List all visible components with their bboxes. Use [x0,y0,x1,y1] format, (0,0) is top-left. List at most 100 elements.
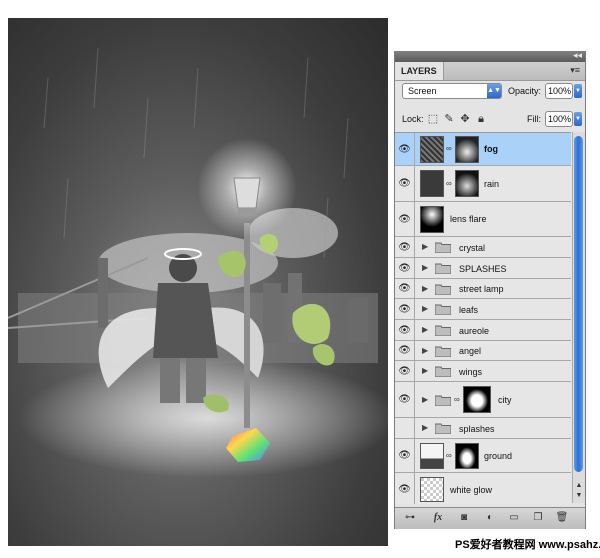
folder-icon [435,395,451,406]
layer-row-white-glow[interactable]: 👁︎ white glow [395,473,571,504]
folder-icon [435,325,451,336]
scroll-down-icon[interactable]: ▼ [573,492,585,501]
layer-row-fog[interactable]: 👁︎ ∞ fog [395,133,571,166]
expand-triangle-icon[interactable]: ▶ [422,395,428,404]
eye-icon[interactable]: 👁︎ [395,237,415,257]
expand-triangle-icon[interactable]: ▶ [422,346,428,355]
layer-row-ground[interactable]: 👁︎ ∞ ground [395,439,571,473]
chain-link-icon[interactable]: ∞ [446,179,452,188]
eye-icon[interactable]: 👁︎ [395,166,415,201]
folder-icon [435,304,451,315]
opacity-label: Opacity: [508,86,542,96]
chain-link-icon[interactable]: ∞ [446,144,452,153]
eye-icon[interactable]: 👁︎ [395,382,415,417]
lock-all-icon[interactable]: 🔒︎ [475,113,487,125]
eye-icon[interactable]: 👁︎ [395,439,415,472]
layer-name: white glow [450,485,493,495]
layers-scrollbar[interactable]: ▲ ▼ [572,132,585,503]
expand-triangle-icon[interactable]: ▶ [422,284,428,293]
collapse-icon[interactable]: ◂◂ [573,49,582,61]
eye-icon[interactable]: 👁︎ [395,258,415,278]
scrollbar-thumb[interactable] [574,136,583,472]
layer-group-splashes[interactable]: ▶ splashes [395,418,571,439]
blend-mode-value: Screen [408,86,437,96]
chain-link-icon[interactable]: ∞ [454,395,460,404]
fill-field[interactable]: 100% [545,111,573,127]
layer-name: splashes [459,424,495,434]
layer-name: SPLASHES [459,264,507,274]
lock-label: Lock: [402,114,424,124]
layer-thumbnail [420,443,444,469]
layer-name: angel [459,346,482,356]
artwork-illustration [8,47,388,478]
blend-row: Screen ▲▼ Opacity: 100% ▼ [395,82,585,102]
eye-icon[interactable]: 👁︎ [395,473,415,504]
lock-position-icon[interactable]: ✥ [459,113,471,125]
fx-icon[interactable]: fx [431,512,445,524]
layer-group-angel[interactable]: 👁︎ ▶ angel [395,341,571,361]
eye-icon[interactable]: 👁︎ [395,202,415,236]
opacity-arrow-icon[interactable]: ▼ [574,84,582,98]
blend-mode-select[interactable]: Screen ▲▼ [402,83,502,99]
expand-triangle-icon[interactable]: ▶ [422,263,428,272]
folder-icon [435,263,451,274]
panel-menu-icon[interactable]: ▾≡ [570,65,580,76]
layer-mask-thumbnail [455,136,479,163]
layer-name: fog [484,144,498,154]
layer-name: ground [484,451,513,461]
layer-name: crystal [459,243,486,253]
eye-icon[interactable]: 👁︎ [395,361,415,381]
chain-link-icon[interactable]: ∞ [446,451,452,460]
layer-row-rain[interactable]: 👁︎ ∞ rain [395,166,571,202]
eye-icon[interactable]: 👁︎ [395,133,415,165]
eye-icon[interactable]: 👁︎ [395,341,415,360]
expand-triangle-icon[interactable]: ▶ [422,242,428,251]
scroll-up-icon[interactable]: ▲ [573,482,585,491]
lock-image-icon[interactable]: ✎ [443,113,455,125]
layer-group-city[interactable]: 👁︎ ▶ ∞ city [395,382,571,418]
layer-group-street-lamp[interactable]: 👁︎ ▶ street lamp [395,279,571,299]
expand-triangle-icon[interactable]: ▶ [422,366,428,375]
link-layers-icon[interactable]: ⊶ [403,512,417,524]
lock-transparency-icon[interactable]: ⬚ [427,113,439,125]
layers-panel: ◂◂ LAYERS ▾≡ Screen ▲▼ Opacity: 100% ▼ L… [394,49,586,529]
expand-triangle-icon[interactable]: ▶ [422,325,428,334]
expand-triangle-icon[interactable]: ▶ [422,423,428,432]
layer-group-leafs[interactable]: 👁︎ ▶ leafs [395,299,571,320]
eye-icon[interactable] [395,418,415,438]
layer-thumbnail [420,206,444,233]
layers-list: 👁︎ ∞ fog 👁︎ ∞ rain 👁︎ lens flare 👁︎ ▶ cr… [395,132,571,504]
folder-icon [435,242,451,253]
eye-icon[interactable]: 👁︎ [395,279,415,298]
folder-icon [435,423,451,434]
layer-group-crystal[interactable]: 👁︎ ▶ crystal [395,237,571,258]
layer-thumbnail [420,136,444,163]
layer-group-splashes-upper[interactable]: 👁︎ ▶ SPLASHES [395,258,571,279]
layer-row-lens-flare[interactable]: 👁︎ lens flare [395,202,571,237]
folder-icon [435,284,451,295]
opacity-field[interactable]: 100% [545,83,573,99]
fill-arrow-icon[interactable]: ▼ [574,112,582,126]
eye-icon[interactable]: 👁︎ [395,299,415,319]
layer-mask-thumbnail [455,170,479,197]
watermark-text: PS爱好者教程网 www.psahz.com [455,539,600,551]
adjustment-layer-icon[interactable]: ◐ [483,512,497,524]
panel-titlebar[interactable]: ◂◂ [395,49,585,62]
trash-icon[interactable]: 🗑︎ [555,512,569,524]
layer-name: lens flare [450,214,487,224]
blend-mode-arrow-icon[interactable]: ▲▼ [487,84,501,98]
eye-icon[interactable]: 👁︎ [395,320,415,340]
add-mask-icon[interactable]: ◙ [457,512,471,524]
fill-label: Fill: [527,114,541,124]
expand-triangle-icon[interactable]: ▶ [422,304,428,313]
tab-layers[interactable]: LAYERS [395,62,444,80]
layer-thumbnail [420,477,444,502]
layer-name: wings [459,367,483,377]
layer-group-wings[interactable]: 👁︎ ▶ wings [395,361,571,382]
new-group-icon[interactable]: ▭ [507,512,521,524]
layer-name: aureole [459,326,490,336]
new-layer-icon[interactable]: ❐ [531,512,545,524]
canvas-artwork [8,18,388,546]
layer-group-aureole[interactable]: 👁︎ ▶ aureole [395,320,571,341]
folder-icon [435,366,451,377]
